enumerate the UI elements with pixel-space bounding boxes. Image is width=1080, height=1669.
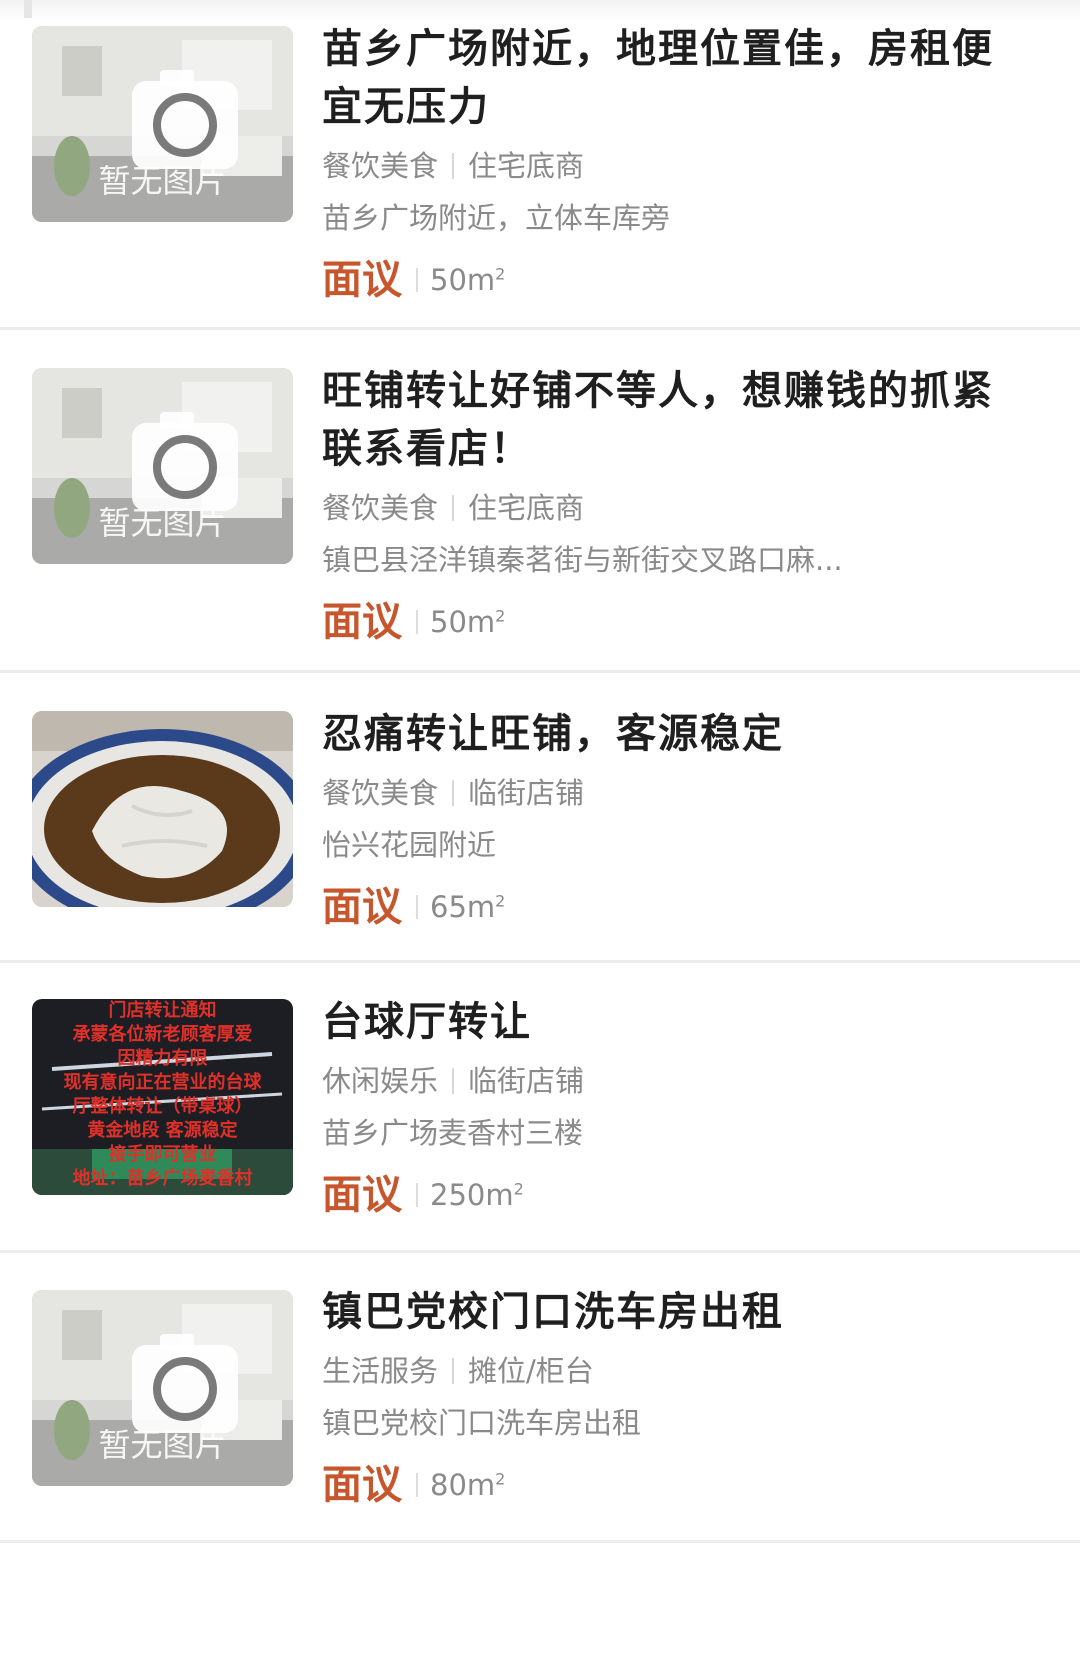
listing-card[interactable]: 暂无图片 镇巴党校门口洗车房出租 生活服务 摊位/柜台 镇巴党校门口洗车房出租 …: [0, 1253, 1080, 1543]
listing-image-placeholder: 暂无图片: [32, 1290, 293, 1486]
listing-tags: 休闲娱乐 临街店铺: [322, 1059, 1022, 1103]
listing-card[interactable]: 暂无图片 苗乡广场附近，地理位置佳，房租便 宜无压力 餐饮美食 住宅底商 苗乡广…: [0, 0, 1080, 330]
listing-address: 镇巴县泾洋镇秦茗街与新街交叉路口麻...: [322, 543, 843, 577]
listing-price-row: 面议 50m2: [322, 596, 1022, 648]
camera-icon: [132, 1334, 238, 1433]
listing-shop-type: 临街店铺: [468, 776, 585, 810]
listing-area: 65m2: [430, 890, 506, 924]
listing-image-placeholder: 暂无图片: [32, 368, 293, 564]
listing-category: 休闲娱乐: [322, 1064, 439, 1098]
listing-shop-type: 住宅底商: [468, 149, 585, 183]
listing-title: 苗乡广场附近，地理位置佳，房租便 宜无压力: [322, 26, 994, 130]
listing-card[interactable]: 忍痛转让旺铺，客源稳定 餐饮美食 临街店铺 怡兴花园附近 面议 65m2: [0, 673, 1080, 963]
listing-card[interactable]: 门店转让通知 承蒙各位新老顾客厚爱 因精力有限 现有意向正在营业的台球 厅整体转…: [0, 963, 1080, 1253]
listing-category: 生活服务: [322, 1354, 439, 1388]
tag-separator: [452, 153, 455, 179]
listing-price-row: 面议 250m2: [322, 1169, 1022, 1221]
price-separator: [416, 268, 418, 292]
listing-title: 旺铺转让好铺不等人，想赚钱的抓紧 联系看店！: [322, 368, 994, 472]
listing-address: 怡兴花园附近: [322, 828, 497, 862]
listing-area: 250m2: [430, 1178, 524, 1212]
listing-address: 苗乡广场麦香村三楼: [322, 1116, 584, 1150]
listing-tags: 生活服务 摊位/柜台: [322, 1349, 1022, 1393]
tag-separator: [452, 780, 455, 806]
listing-price: 面议: [322, 599, 402, 645]
price-separator: [416, 1183, 418, 1207]
listing-card[interactable]: 暂无图片 旺铺转让好铺不等人，想赚钱的抓紧 联系看店！ 餐饮美食 住宅底商 镇巴…: [0, 330, 1080, 673]
listing-shop-type: 住宅底商: [468, 491, 585, 525]
listing-image-food: [32, 711, 293, 907]
listing-image-billiard-notice: 门店转让通知 承蒙各位新老顾客厚爱 因精力有限 现有意向正在营业的台球 厅整体转…: [32, 999, 293, 1195]
listing-category: 餐饮美食: [322, 776, 439, 810]
camera-icon: [132, 70, 238, 169]
listing-shop-type: 摊位/柜台: [468, 1354, 594, 1388]
listing-price: 面议: [322, 1462, 402, 1508]
listing-price: 面议: [322, 1172, 402, 1218]
listing-image-placeholder: 暂无图片: [32, 26, 293, 222]
listing-price-row: 面议 65m2: [322, 881, 1022, 933]
listing-price: 面议: [322, 257, 402, 303]
listing-title: 忍痛转让旺铺，客源稳定: [322, 711, 784, 757]
no-image-label: 暂无图片: [98, 504, 227, 542]
no-image-label: 暂无图片: [98, 162, 227, 200]
price-separator: [416, 1473, 418, 1497]
tag-separator: [452, 1358, 455, 1384]
listing-area: 50m2: [430, 605, 506, 639]
price-separator: [416, 610, 418, 634]
listing-shop-type: 临街店铺: [468, 1064, 585, 1098]
listing-price-row: 面议 80m2: [322, 1459, 1022, 1511]
listing-divider: [0, 1540, 1080, 1543]
tag-separator: [452, 1068, 455, 1094]
listing-feed: 暂无图片 苗乡广场附近，地理位置佳，房租便 宜无压力 餐饮美食 住宅底商 苗乡广…: [0, 0, 1080, 1669]
listing-address: 苗乡广场附近，立体车库旁: [322, 201, 671, 235]
listing-category: 餐饮美食: [322, 149, 439, 183]
listing-tags: 餐饮美食 住宅底商: [322, 144, 1022, 188]
listing-price-row: 面议 50m2: [322, 254, 1022, 306]
listing-area: 50m2: [430, 263, 506, 297]
camera-icon: [132, 412, 238, 511]
no-image-label: 暂无图片: [98, 1426, 227, 1464]
listing-address: 镇巴党校门口洗车房出租: [322, 1406, 642, 1440]
listing-title: 镇巴党校门口洗车房出租: [322, 1289, 784, 1335]
listing-area: 80m2: [430, 1468, 506, 1502]
listing-price: 面议: [322, 884, 402, 930]
tag-separator: [452, 495, 455, 521]
listing-category: 餐饮美食: [322, 491, 439, 525]
price-separator: [416, 895, 418, 919]
listing-tags: 餐饮美食 临街店铺: [322, 771, 1022, 815]
listing-title: 台球厅转让: [322, 999, 532, 1045]
listing-tags: 餐饮美食 住宅底商: [322, 486, 1022, 530]
notice-text-overlay: 门店转让通知 承蒙各位新老顾客厚爱 因精力有限 现有意向正在营业的台球 厅整体转…: [63, 1000, 262, 1189]
